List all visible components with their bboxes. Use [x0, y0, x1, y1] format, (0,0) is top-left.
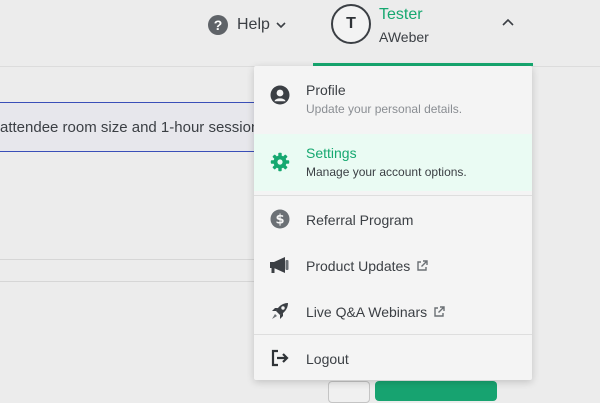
rocket-icon [269, 300, 291, 322]
menu-item-settings[interactable]: Settings Manage your account options. [254, 134, 532, 191]
menu-item-label: Settings [306, 145, 357, 161]
chevron-up-icon[interactable] [502, 18, 514, 26]
menu-item-profile[interactable]: Profile Update your personal details. [254, 72, 532, 130]
help-label: Help [237, 16, 270, 33]
menu-item-logout[interactable]: Logout [254, 341, 532, 375]
menu-divider [254, 195, 532, 196]
top-bar: ? Help T Tester AWeber [0, 0, 600, 67]
account-dropdown-menu: Profile Update your personal details. Se… [254, 66, 532, 380]
avatar[interactable]: T [331, 4, 371, 44]
dollar-circle-icon: $ [269, 208, 291, 230]
primary-button[interactable] [375, 381, 497, 401]
secondary-button[interactable] [328, 381, 370, 403]
gear-icon [269, 151, 291, 173]
help-icon: ? [208, 15, 228, 35]
megaphone-icon [269, 254, 291, 276]
help-menu-button[interactable]: ? Help [208, 14, 286, 36]
menu-item-label: Profile [306, 82, 346, 98]
user-name[interactable]: Tester [379, 6, 423, 24]
external-link-icon [417, 260, 428, 271]
menu-item-label: Referral Program [306, 212, 414, 228]
account-name[interactable]: AWeber [379, 29, 429, 45]
menu-item-product-updates[interactable]: Product Updates [254, 248, 532, 282]
user-circle-icon [269, 84, 291, 106]
menu-item-label: Product Updates [306, 258, 428, 274]
menu-divider [254, 334, 532, 335]
chevron-down-icon [276, 21, 286, 28]
menu-item-label-text: Live Q&A Webinars [306, 304, 428, 320]
menu-item-description: Update your personal details. [306, 102, 463, 116]
menu-item-label-text: Product Updates [306, 258, 411, 274]
svg-text:$: $ [275, 213, 284, 228]
menu-item-label: Live Q&A Webinars [306, 304, 445, 320]
menu-item-live-qa-webinars[interactable]: Live Q&A Webinars [254, 294, 532, 328]
menu-item-description: Manage your account options. [306, 165, 467, 179]
menu-item-label: Logout [306, 351, 349, 367]
external-link-icon [434, 306, 445, 317]
menu-item-referral-program[interactable]: $ Referral Program [254, 202, 532, 236]
logout-icon [269, 347, 291, 369]
